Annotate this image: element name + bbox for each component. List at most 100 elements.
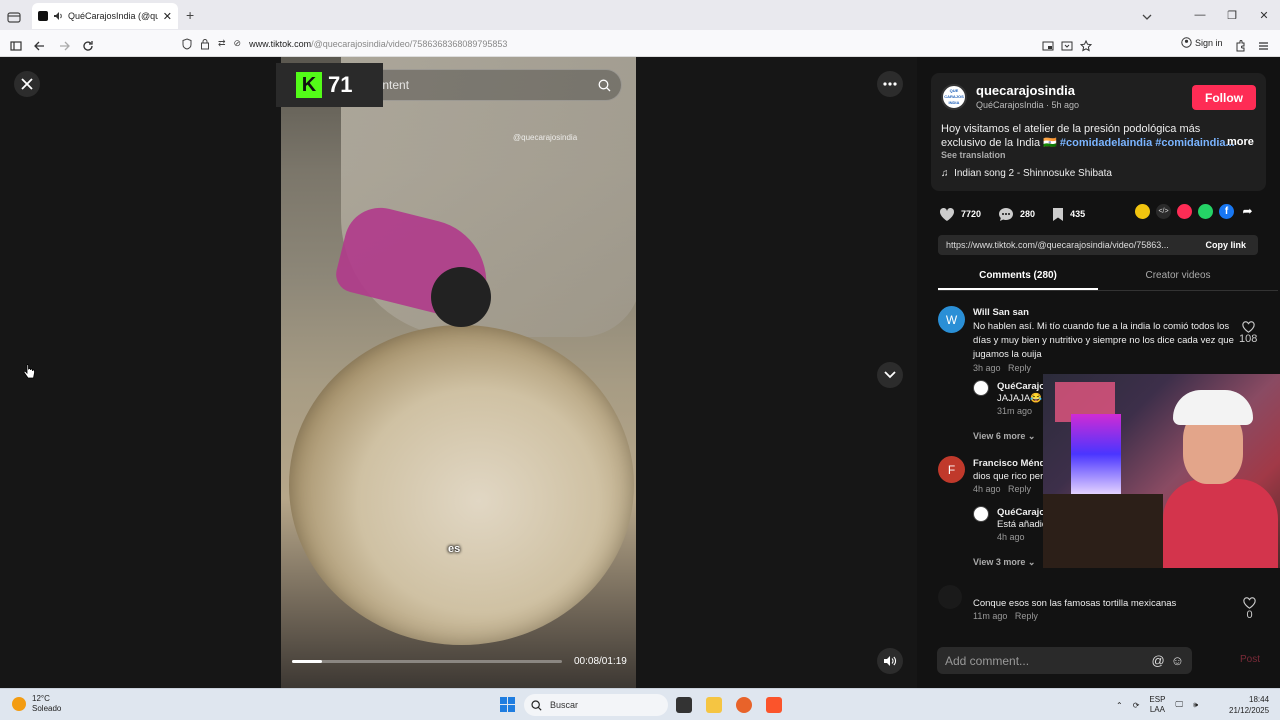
taskbar-clock[interactable]: 18:44 21/12/2025 <box>1229 694 1269 716</box>
list-all-tabs-icon[interactable] <box>1141 8 1153 26</box>
tab-close-icon[interactable]: ✕ <box>163 10 172 23</box>
video-link-text: https://www.tiktok.com/@quecarajosindia/… <box>946 240 1169 250</box>
sidebar-toggle-icon[interactable] <box>10 37 22 55</box>
browser-tab-bar: QuéCarajosIndia (@quecarajosindia) ✕ + —… <box>0 0 1280 30</box>
facebook-icon[interactable]: f <box>1219 204 1234 219</box>
speaker-icon[interactable]: 🕪 <box>1193 700 1198 710</box>
next-video-button[interactable] <box>877 362 903 388</box>
picture-in-picture-icon[interactable] <box>1042 37 1054 55</box>
comment-like[interactable]: 0 <box>1243 597 1256 621</box>
autoplay-blocked-icon[interactable]: ⊘ <box>234 38 242 49</box>
reply-avatar[interactable] <box>973 380 989 396</box>
copy-link-button[interactable]: Copy link <box>1193 240 1258 250</box>
commenter-avatar[interactable] <box>938 585 962 609</box>
extensions-icon[interactable] <box>1235 37 1246 55</box>
tab-overview-icon[interactable] <box>7 8 21 26</box>
search-icon[interactable] <box>598 78 611 92</box>
volume-button[interactable] <box>877 648 903 674</box>
hashtag-link[interactable]: #comidadelaindia <box>1060 137 1152 149</box>
minimize-icon[interactable]: — <box>1184 9 1216 21</box>
reply-link[interactable]: Reply <box>1008 484 1031 494</box>
webcam-scene-hat <box>1173 390 1253 425</box>
task-view-icon[interactable] <box>676 697 692 713</box>
tab-creator-videos[interactable]: Creator videos <box>1098 265 1258 290</box>
window-controls: — ❐ ✕ <box>1184 0 1280 30</box>
save-action[interactable]: 435 <box>1052 207 1085 222</box>
clock-time: 18:44 <box>1249 695 1270 704</box>
maximize-icon[interactable]: ❐ <box>1216 9 1248 22</box>
commenter-avatar[interactable]: W <box>938 306 965 333</box>
browser-tab-active[interactable]: QuéCarajosIndia (@quecarajosindia) ✕ <box>32 3 178 29</box>
save-count: 435 <box>1070 209 1086 219</box>
tab-comments[interactable]: Comments (280) <box>938 265 1098 290</box>
creator-avatar[interactable]: QUE CARAJOS INDIA <box>941 84 967 110</box>
new-tab-button[interactable]: + <box>186 7 194 23</box>
reply-name[interactable]: QuéCarajo <box>997 381 1045 392</box>
view-more-replies[interactable]: View 3 more ⌄ <box>973 557 1035 568</box>
windows-start-icon[interactable] <box>500 697 515 712</box>
video-frame[interactable]: Find related content @quecarajosindia es… <box>281 57 636 688</box>
close-video-button[interactable] <box>14 71 40 97</box>
reload-icon[interactable] <box>82 37 94 55</box>
sync-icon[interactable]: ⟳ <box>1133 701 1140 710</box>
more-link[interactable]: more <box>1227 136 1254 148</box>
music-link[interactable]: ♫ Indian song 2 - Shinnosuke Shibata <box>941 168 1112 179</box>
comment-action[interactable]: 280 <box>998 207 1035 222</box>
reply-link[interactable]: Reply <box>1008 363 1031 373</box>
follow-button[interactable]: Follow <box>1192 85 1256 110</box>
view-more-replies[interactable]: View 6 more ⌄ <box>973 431 1035 442</box>
save-to-pocket-icon[interactable] <box>1061 37 1073 55</box>
streamer-webcam-overlay <box>1043 374 1280 568</box>
network-icon[interactable]: 🖵 <box>1175 700 1183 710</box>
hashtag-link[interactable]: #comidaindia... <box>1155 137 1234 149</box>
file-explorer-icon[interactable] <box>706 697 722 713</box>
add-comment-input[interactable]: Add comment... @ ☺ <box>937 647 1192 674</box>
webcam-scene-desk <box>1043 494 1163 568</box>
taskbar-search[interactable]: Buscar <box>524 694 668 716</box>
language-indicator[interactable]: ESP LAA <box>1149 695 1165 715</box>
comment-body: Will San san No hablen así. Mi tío cuand… <box>973 307 1248 373</box>
url-bar[interactable]: ⇄ ⊘ www.tiktok.com/@quecarajosindia/vide… <box>176 33 1096 54</box>
forward-icon[interactable] <box>58 37 70 55</box>
video-player-area: Find related content @quecarajosindia es… <box>0 57 917 688</box>
commenter-avatar[interactable]: F <box>938 456 965 483</box>
embed-icon[interactable]: </> <box>1156 204 1171 219</box>
weather-widget[interactable]: 12°C Soleado <box>12 694 61 714</box>
tracking-shield-icon[interactable] <box>182 37 192 50</box>
reply-link[interactable]: Reply <box>1015 611 1038 621</box>
permissions-icon[interactable]: ⇄ <box>218 38 226 49</box>
sign-in-button[interactable]: Sign in <box>1181 37 1223 48</box>
bookmark-star-icon[interactable] <box>1080 37 1092 55</box>
weather-text: 12°C Soleado <box>32 694 61 714</box>
taskbar-search-label: Buscar <box>550 700 579 710</box>
whatsapp-icon[interactable] <box>1198 204 1213 219</box>
repost-icon[interactable] <box>1135 204 1150 219</box>
commenter-name[interactable]: Will San san <box>973 307 1248 318</box>
brave-icon[interactable] <box>766 697 782 713</box>
keyboard-layout: LAA <box>1149 705 1165 714</box>
more-options-button[interactable] <box>877 71 903 97</box>
comment-like[interactable]: 108 <box>1239 321 1257 345</box>
back-icon[interactable] <box>34 37 46 55</box>
tray-chevron-up-icon[interactable]: ⌃ <box>1116 701 1123 710</box>
emoji-icon[interactable]: ☺ <box>1171 653 1184 668</box>
app-menu-icon[interactable] <box>1258 37 1269 55</box>
firefox-icon[interactable] <box>736 697 752 713</box>
share-arrow-icon[interactable]: ➦ <box>1240 204 1255 219</box>
comment-input-placeholder: Add comment... <box>945 653 1030 668</box>
creator-username[interactable]: quecarajosindia <box>976 83 1075 98</box>
tiktok-video-modal: Find related content @quecarajosindia es… <box>0 57 1280 688</box>
mention-icon[interactable]: @ <box>1152 653 1165 668</box>
window-close-icon[interactable]: ✕ <box>1248 9 1280 22</box>
audio-playing-icon[interactable] <box>53 11 63 22</box>
comment-meta: 3h ago Reply <box>973 363 1248 373</box>
reply-avatar[interactable] <box>973 506 989 522</box>
like-action[interactable]: 7720 <box>939 207 981 222</box>
see-translation-link[interactable]: See translation <box>941 150 1006 160</box>
lock-icon[interactable] <box>200 38 210 50</box>
send-to-friends-icon[interactable] <box>1177 204 1192 219</box>
video-progress-bar[interactable] <box>292 660 562 663</box>
stream-score: 71 <box>328 72 353 97</box>
reply-name[interactable]: QuéCarajo <box>997 507 1047 518</box>
post-comment-button[interactable]: Post <box>1240 654 1260 665</box>
